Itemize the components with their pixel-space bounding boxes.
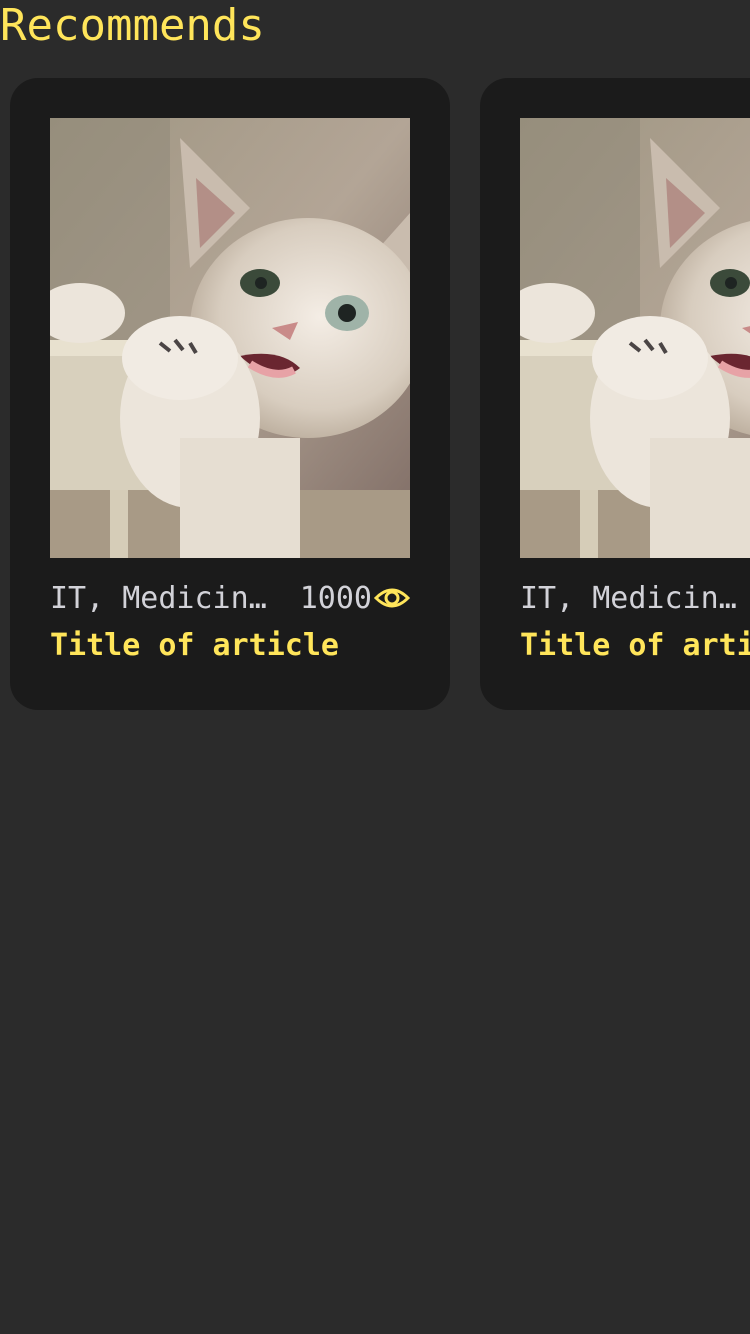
recommendations-carousel[interactable]: IT, Medicine, Science 1000 Title of arti… — [0, 78, 750, 718]
article-title[interactable]: Title of article — [520, 624, 750, 668]
eye-icon — [374, 588, 410, 608]
view-count: 1000 — [299, 580, 372, 616]
article-tags: IT, Medicine, Science — [50, 580, 274, 616]
article-image — [50, 118, 410, 558]
article-title[interactable]: Title of article — [50, 624, 450, 668]
article-card[interactable]: IT, Medicine, Science 1000 Title of arti… — [10, 78, 450, 710]
article-tags: IT, Medicine, Science — [520, 580, 744, 616]
article-card[interactable]: IT, Medicine, Science 1000 Title of arti… — [480, 78, 750, 710]
article-meta: IT, Medicine, Science 1000 — [50, 578, 410, 618]
section-title: Recommends — [0, 0, 265, 51]
article-meta: IT, Medicine, Science 1000 — [520, 578, 750, 618]
article-image — [520, 118, 750, 558]
